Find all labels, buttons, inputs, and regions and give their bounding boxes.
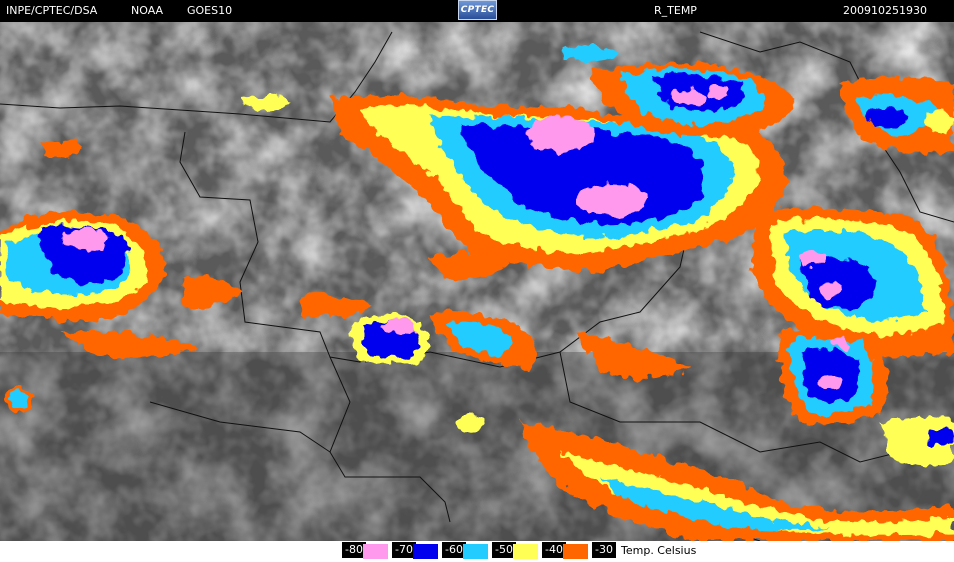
legend-unit-label: Temp. Celsius <box>621 544 697 557</box>
satellite-label: GOES10 <box>187 4 233 17</box>
legend-swatch-minus40 <box>563 544 588 559</box>
cptec-logo: CPTEC <box>458 0 497 20</box>
logo-text: CPTEC <box>460 5 495 15</box>
legend-swatch-minus70 <box>413 544 438 559</box>
legend-swatch-minus80 <box>363 544 388 559</box>
color-legend: -80 -70 -60 -50 -40 -30 Temp. Celsius <box>0 541 954 562</box>
source-label: INPE/CPTEC/DSA <box>6 4 98 17</box>
legend-swatch-minus50 <box>513 544 538 559</box>
product-label: R_TEMP <box>654 4 697 17</box>
legend-label-minus30: -30 <box>592 542 616 558</box>
header-bar: INPE/CPTEC/DSA NOAA GOES10 CPTEC R_TEMP … <box>0 0 954 22</box>
timestamp-label: 200910251930 <box>843 4 927 17</box>
satellite-map <box>0 22 954 541</box>
legend-swatch-minus60 <box>463 544 488 559</box>
agency-label: NOAA <box>131 4 164 17</box>
